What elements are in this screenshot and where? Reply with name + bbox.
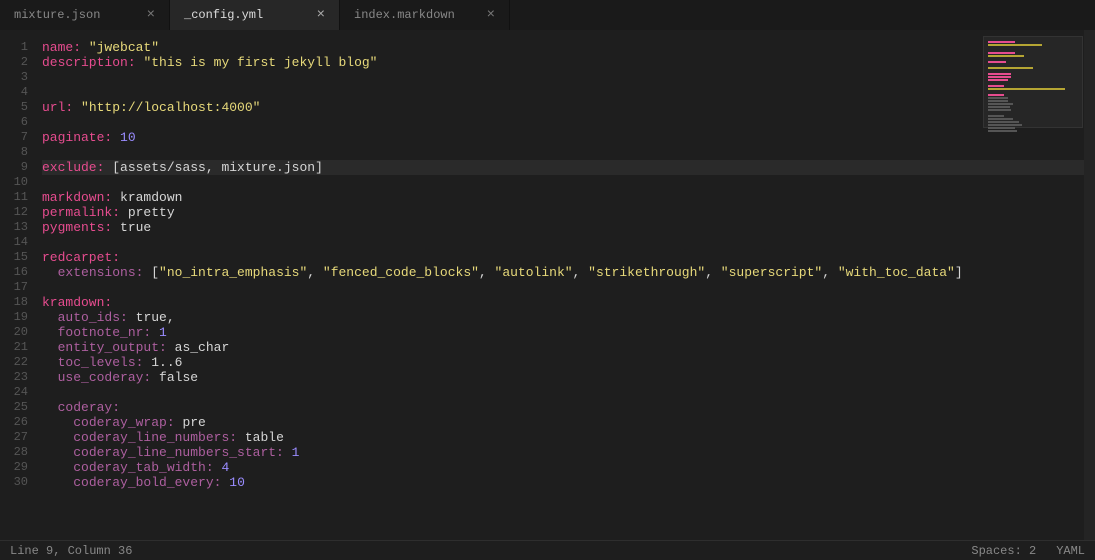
code-line[interactable]: url: "http://localhost:4000"	[42, 100, 1095, 115]
code-line[interactable]: permalink: pretty	[42, 205, 1095, 220]
line-number: 5	[0, 100, 28, 115]
tab-label: index.markdown	[354, 8, 455, 22]
code-line[interactable]: extensions: ["no_intra_emphasis", "fence…	[42, 265, 1095, 280]
code-line[interactable]: exclude: [assets/sass, mixture.json]	[42, 160, 1095, 175]
line-number: 3	[0, 70, 28, 85]
line-number: 1	[0, 40, 28, 55]
status-cursor-pos[interactable]: Line 9, Column 36	[10, 544, 132, 558]
line-number: 9	[0, 160, 28, 175]
line-number: 28	[0, 445, 28, 460]
line-number: 25	[0, 400, 28, 415]
code-line[interactable]: coderay:	[42, 400, 1095, 415]
code-line[interactable]	[42, 235, 1095, 250]
line-number: 22	[0, 355, 28, 370]
code-line[interactable]	[42, 280, 1095, 295]
status-indent[interactable]: Spaces: 2	[971, 544, 1036, 558]
code-line[interactable]	[42, 70, 1095, 85]
code-line[interactable]: markdown: kramdown	[42, 190, 1095, 205]
code-line[interactable]: coderay_line_numbers_start: 1	[42, 445, 1095, 460]
line-number: 4	[0, 85, 28, 100]
line-number: 8	[0, 145, 28, 160]
code-line[interactable]: coderay_bold_every: 10	[42, 475, 1095, 490]
line-number: 24	[0, 385, 28, 400]
line-number: 18	[0, 295, 28, 310]
line-number: 15	[0, 250, 28, 265]
line-number: 2	[0, 55, 28, 70]
code-line[interactable]: description: "this is my first jekyll bl…	[42, 55, 1095, 70]
code-line[interactable]	[42, 85, 1095, 100]
code-line[interactable]: auto_ids: true,	[42, 310, 1095, 325]
code-line[interactable]: paginate: 10	[42, 130, 1095, 145]
status-bar: Line 9, Column 36 Spaces: 2 YAML	[0, 540, 1095, 560]
code-line[interactable]: pygments: true	[42, 220, 1095, 235]
code-line[interactable]	[42, 115, 1095, 130]
tab-index-markdown[interactable]: index.markdown ×	[340, 0, 510, 30]
tab--config-yml[interactable]: _config.yml ×	[170, 0, 340, 30]
line-number: 17	[0, 280, 28, 295]
tab-mixture-json[interactable]: mixture.json ×	[0, 0, 170, 30]
code-line[interactable]: footnote_nr: 1	[42, 325, 1095, 340]
code-line[interactable]: use_coderay: false	[42, 370, 1095, 385]
line-number: 26	[0, 415, 28, 430]
line-number: 12	[0, 205, 28, 220]
tab-bar: mixture.json × _config.yml × index.markdown ×	[0, 0, 1095, 30]
line-number: 11	[0, 190, 28, 205]
line-number: 10	[0, 175, 28, 190]
line-number: 27	[0, 430, 28, 445]
line-number: 14	[0, 235, 28, 250]
line-number: 16	[0, 265, 28, 280]
code-line[interactable]	[42, 385, 1095, 400]
code-line[interactable]: coderay_line_numbers: table	[42, 430, 1095, 445]
code-line[interactable]: coderay_wrap: pre	[42, 415, 1095, 430]
line-number: 7	[0, 130, 28, 145]
code-line[interactable]: kramdown:	[42, 295, 1095, 310]
tab-label: _config.yml	[184, 8, 263, 22]
code-line[interactable]: entity_output: as_char	[42, 340, 1095, 355]
code-line[interactable]: coderay_tab_width: 4	[42, 460, 1095, 475]
code-line[interactable]	[42, 145, 1095, 160]
line-number: 29	[0, 460, 28, 475]
code-content[interactable]: name: "jwebcat"description: "this is my …	[42, 30, 1095, 540]
close-icon[interactable]: ×	[147, 7, 155, 23]
line-number: 6	[0, 115, 28, 130]
close-icon[interactable]: ×	[317, 7, 325, 23]
line-number: 21	[0, 340, 28, 355]
code-line[interactable]: redcarpet:	[42, 250, 1095, 265]
minimap[interactable]	[983, 36, 1083, 128]
line-number: 19	[0, 310, 28, 325]
line-number: 20	[0, 325, 28, 340]
code-line[interactable]: toc_levels: 1..6	[42, 355, 1095, 370]
code-line[interactable]: name: "jwebcat"	[42, 40, 1095, 55]
vertical-scrollbar[interactable]	[1084, 30, 1095, 540]
close-icon[interactable]: ×	[487, 7, 495, 23]
line-number: 13	[0, 220, 28, 235]
tab-label: mixture.json	[14, 8, 100, 22]
code-line[interactable]	[42, 175, 1095, 190]
editor-area: 1234567891011121314151617181920212223242…	[0, 30, 1095, 540]
line-number: 30	[0, 475, 28, 490]
status-syntax[interactable]: YAML	[1056, 544, 1085, 558]
line-number-gutter: 1234567891011121314151617181920212223242…	[0, 30, 42, 540]
line-number: 23	[0, 370, 28, 385]
